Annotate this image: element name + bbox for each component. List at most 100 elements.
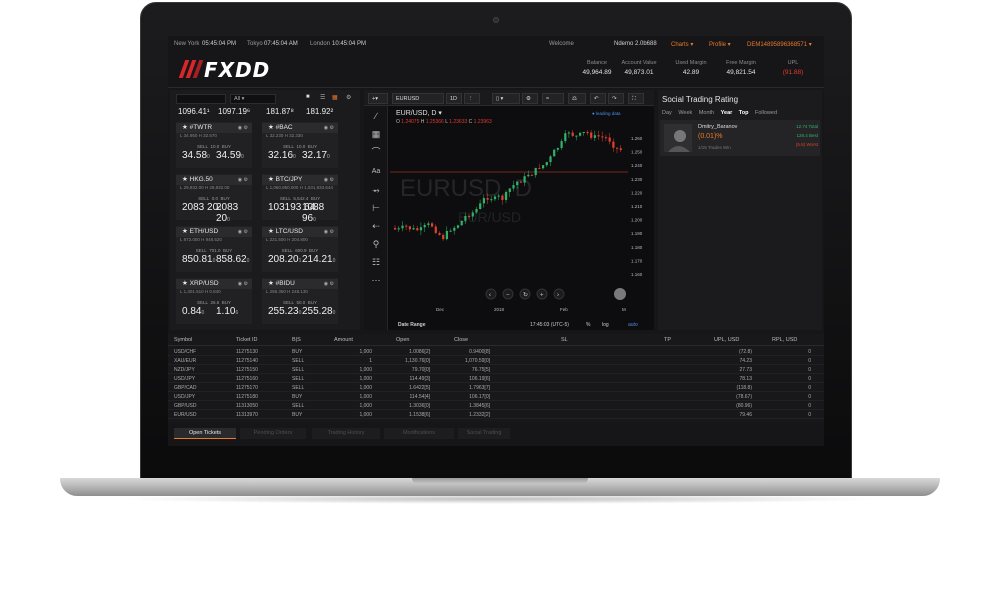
buy-button[interactable]: 1.106 <box>216 306 238 317</box>
interval-select[interactable]: 1D <box>446 93 462 104</box>
buy-button[interactable]: 255.280 <box>302 306 335 317</box>
col-amount[interactable]: Amount <box>334 337 353 343</box>
instrument-tile[interactable]: ★ XRP/USD ◉ ⚙ L 1,301.510 H 0.840 SELL 26.6… <box>176 278 252 324</box>
measure-tool-icon[interactable]: ⊢ <box>370 202 382 214</box>
table-row[interactable]: GBP/CAD 11275170 SELL 1,000 1.6422[5] 1.7963[… <box>168 383 824 392</box>
tab-social-trading[interactable]: Social Trading <box>458 428 510 439</box>
tile-view-icon[interactable]: ■ <box>306 94 310 100</box>
col-symbol[interactable]: Symbol <box>174 337 192 343</box>
tab-trading-history[interactable]: Trading History <box>312 428 380 439</box>
table-row[interactable]: EUR/USD 11313970 BUY 1,000 1.1538[6] 1.2332[2… <box>168 410 824 419</box>
redo-icon[interactable]: ↷ <box>608 93 624 104</box>
grid-tool-icon[interactable]: ▦ <box>370 128 382 140</box>
compare-icon[interactable]: ⚖ <box>568 93 586 104</box>
col-bs[interactable]: B|S <box>292 337 301 343</box>
gear-icon[interactable]: ⚙ <box>522 93 538 104</box>
tab-open-tickets[interactable]: Open Tickets <box>174 428 236 439</box>
col-upl[interactable]: UPL, USD <box>714 337 739 343</box>
tab-year[interactable]: Year <box>721 110 733 116</box>
chart-title[interactable]: EUR/USD, D ▾ <box>396 109 442 117</box>
symbol-input[interactable]: EURUSD <box>392 93 444 104</box>
tab-day[interactable]: Day <box>662 110 672 116</box>
text-tool-icon[interactable]: Aa <box>370 166 382 178</box>
col-sl[interactable]: SL <box>561 337 568 343</box>
candle <box>545 162 548 166</box>
col-close[interactable]: Close <box>454 337 468 343</box>
price-chart[interactable]: EURUSD, D EUR/USD 1.260 1.250 1.240 1.230 1.22… <box>390 108 654 320</box>
more-icon[interactable]: ⋮ <box>464 93 480 104</box>
auto-toggle[interactable]: auto <box>628 322 638 328</box>
buy-button[interactable]: 34.590 <box>216 150 244 161</box>
col-tp[interactable]: TP <box>664 337 671 343</box>
buy-button[interactable]: 32.170 <box>302 150 330 161</box>
table-cell: 1,000 <box>359 403 372 409</box>
table-row[interactable]: USD/JPY 11275160 SELL 1,000 114.49[3] 106.19[… <box>168 374 824 383</box>
instrument-tile[interactable]: ★ #BIDU ◉ ⚙ L 256.350 H 248.130 SELL 50.0 B… <box>262 278 338 324</box>
instrument-tile[interactable]: ★ #TWTR ◉ ⚙ L 34.950 H 32.570 SELL 10.0 BUY… <box>176 122 252 168</box>
list-view-icon[interactable]: ☰ <box>320 94 325 101</box>
candle-type-icon[interactable]: ▯ ▾ <box>492 93 520 104</box>
date-range-button[interactable]: Date Range <box>398 322 426 328</box>
crosshair-icon[interactable]: +▾ <box>368 93 388 104</box>
tile-actions-icon[interactable]: ◉ ⚙ <box>238 227 248 237</box>
tile-actions-icon[interactable]: ◉ ⚙ <box>324 123 334 133</box>
instrument-tile[interactable]: ★ BTC/JPY ◉ ⚙ L 1,060,950.000 H 1,031,933.… <box>262 174 338 224</box>
table-row[interactable]: XAU/EUR 11275140 SELL 1 1,130.76[0] 1,070.59[… <box>168 356 824 365</box>
table-row[interactable]: GBP/USD 11313050 SELL 1,000 1.3036[0] 1.3845[… <box>168 401 824 410</box>
instrument-tile[interactable]: ★ HKG.50 ◉ ⚙ L 29,832.00 H 29,832.00 SELL 0… <box>176 174 252 224</box>
tile-actions-icon[interactable]: ◉ ⚙ <box>238 279 248 289</box>
trader-name[interactable]: Dmitry_Baranov <box>698 124 737 130</box>
tab-followed[interactable]: Followed <box>755 110 777 116</box>
tile-actions-icon[interactable]: ◉ ⚙ <box>238 123 248 133</box>
tab-month[interactable]: Month <box>699 110 714 116</box>
filter-select[interactable]: All ▾ <box>230 94 276 104</box>
search-input[interactable] <box>176 94 226 104</box>
fullscreen-icon[interactable]: ⛶ <box>628 93 644 104</box>
more-tools-icon[interactable]: ⋯ <box>370 274 382 286</box>
magnet-icon[interactable]: ☷ <box>370 256 382 268</box>
indicators-icon[interactable]: ≈ <box>542 93 564 104</box>
table-row[interactable]: USD/CHF 11275130 BUY 1,000 1.0086[2] 0.9400[8… <box>168 347 824 356</box>
buy-button[interactable]: 1088 960 <box>302 202 338 224</box>
sell-button[interactable]: 850.810 <box>182 254 215 265</box>
tile-actions-icon[interactable]: ◉ ⚙ <box>324 227 334 237</box>
tab-week[interactable]: Week <box>678 110 692 116</box>
arrow-tool-icon[interactable]: ⇠ <box>370 220 382 232</box>
log-toggle[interactable]: log <box>602 322 609 328</box>
buy-button[interactable]: 858.620 <box>216 254 249 265</box>
sell-button[interactable]: 32.160 <box>268 150 296 161</box>
trader-card[interactable]: Dmitry_Baranov (0.01)% 1/15 Trades Win 1… <box>660 120 820 156</box>
sell-button[interactable]: 34.580 <box>182 150 210 161</box>
grid-view-icon[interactable]: ▦ <box>332 94 338 101</box>
tile-actions-icon[interactable]: ◉ ⚙ <box>324 279 334 289</box>
zoom-icon[interactable]: ⚲ <box>370 238 382 250</box>
percent-toggle[interactable]: % <box>586 322 590 328</box>
table-row[interactable]: NZD/JPY 11275150 SELL 1,000 79.70[0] 76.75[5]… <box>168 365 824 374</box>
instrument-tile[interactable]: ★ LTC/USD ◉ ⚙ L 221.500 H 204.800 SELL 600.… <box>262 226 338 272</box>
col-open[interactable]: Open <box>396 337 409 343</box>
profile-menu[interactable]: Profile ▾ <box>709 41 731 48</box>
instrument-tile[interactable]: ★ ETH/USD ◉ ⚙ L 873.000 H 948.520 SELL 701.… <box>176 226 252 272</box>
sell-button[interactable]: 208.201 <box>268 254 301 265</box>
tab-modifications[interactable]: Modifications <box>384 428 454 439</box>
buy-button[interactable]: 214.210 <box>302 254 335 265</box>
undo-icon[interactable]: ↶ <box>590 93 606 104</box>
pattern-tool-icon[interactable]: ⥇ <box>370 184 382 196</box>
curve-tool-icon[interactable]: ⌒ <box>370 146 382 158</box>
col-rpl[interactable]: RPL, USD <box>772 337 797 343</box>
gear-icon[interactable]: ⚙ <box>346 94 351 101</box>
low-high: L 1,060,950.000 H 1,031,933.644 <box>266 185 336 190</box>
col-ticket[interactable]: Ticket ID <box>236 337 258 343</box>
account-menu[interactable]: DEM14895896368571 ▾ <box>747 41 812 48</box>
buy-button[interactable]: 2083 200 <box>216 202 252 224</box>
table-row[interactable]: USD/JPY 11275180 BUY 1,000 114.54[4] 106.17[0… <box>168 392 824 401</box>
tile-actions-icon[interactable]: ◉ ⚙ <box>324 175 334 185</box>
tab-top[interactable]: Top <box>739 110 749 116</box>
tile-actions-icon[interactable]: ◉ ⚙ <box>238 175 248 185</box>
tab-pending-orders[interactable]: Pending Orders <box>240 428 306 439</box>
sell-button[interactable]: 0.840 <box>182 306 204 317</box>
sell-button[interactable]: 255.230 <box>268 306 301 317</box>
instrument-tile[interactable]: ★ #BAC ◉ ⚙ L 32.230 H 32.330 SELL 10.0 BUY 3… <box>262 122 338 168</box>
charts-menu[interactable]: Charts ▾ <box>671 41 693 48</box>
trend-line-icon[interactable]: ∕ <box>370 110 382 122</box>
